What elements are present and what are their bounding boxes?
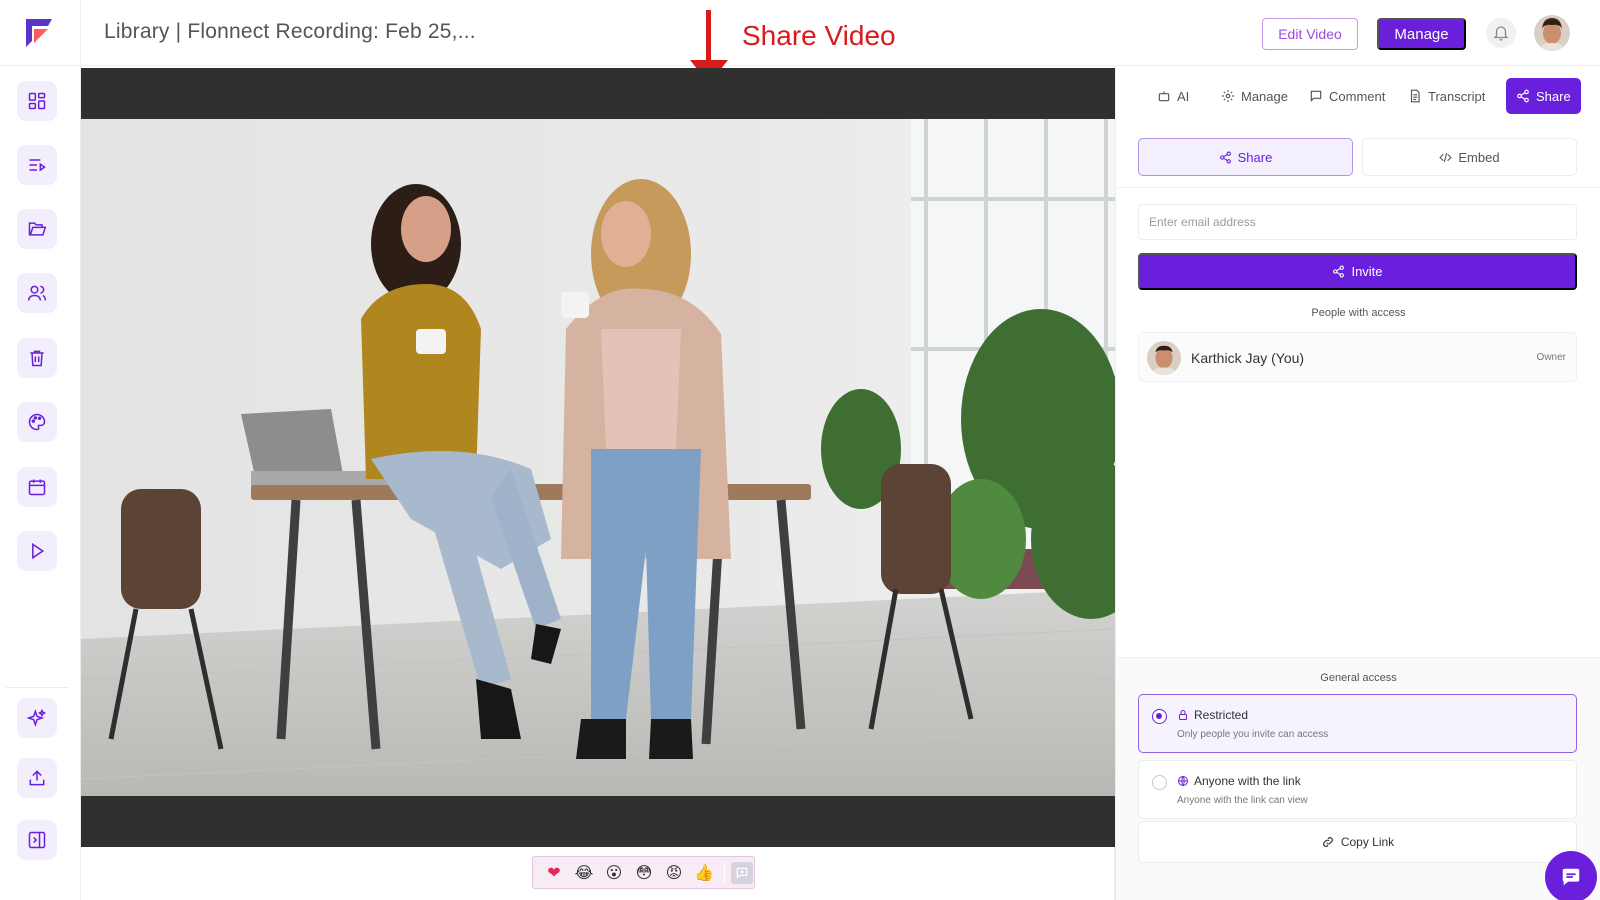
flonnect-logo[interactable] [24, 17, 54, 49]
top-header: Library | Flonnect Recording: Feb 25,...… [0, 0, 1600, 84]
header-divider [80, 0, 81, 66]
access-list-item: Karthick Jay (You) Owner [1138, 332, 1577, 382]
add-comment-icon[interactable] [731, 861, 753, 884]
angry-reaction[interactable]: 😡 [662, 861, 686, 885]
restricted-title-label: Restricted [1194, 708, 1249, 722]
tab-transcript-label: Transcript [1428, 88, 1486, 104]
tab-ai-label: AI [1177, 88, 1190, 104]
wow-reaction[interactable]: 😮 [602, 861, 626, 885]
thumbs-up-reaction[interactable]: 👍 [692, 861, 716, 885]
reaction-picker: ❤ 😂 😮 😳 😡 👍 [532, 856, 755, 889]
subtab-divider [1116, 187, 1600, 188]
share-icon [1517, 89, 1529, 103]
folder-icon[interactable] [17, 209, 57, 249]
tab-transcript[interactable]: Transcript [1408, 78, 1485, 114]
page-title: Library | Flonnect Recording: Feb 25,... [104, 20, 476, 43]
restricted-title: Restricted [1177, 708, 1248, 722]
share-icon [1219, 151, 1231, 163]
subtab-share[interactable]: Share [1138, 138, 1353, 176]
anyone-title-label: Anyone with the link [1194, 774, 1301, 788]
email-input[interactable] [1138, 204, 1577, 240]
link-icon [1322, 837, 1333, 847]
share-icon [1333, 265, 1345, 278]
globe-icon [1178, 776, 1188, 786]
subtab-share-label: Share [1237, 149, 1273, 165]
anyone-with-link-option[interactable]: Anyone with the link Anyone with the lin… [1138, 760, 1577, 819]
person-name: Karthick Jay (You) [1191, 350, 1305, 366]
tab-share-label: Share [1536, 88, 1571, 104]
restricted-desc: Only people you invite can access [1177, 729, 1329, 740]
heart-reaction[interactable]: ❤ [542, 861, 566, 885]
robot-icon [1158, 91, 1170, 102]
upload-icon[interactable] [17, 758, 57, 798]
app-window: Library | Flonnect Recording: Feb 25,...… [0, 0, 1600, 900]
collapse-icon[interactable] [17, 820, 57, 860]
tab-manage[interactable]: Manage [1221, 78, 1288, 114]
dashboard-icon[interactable] [17, 81, 57, 121]
person-role: Owner [1536, 352, 1566, 363]
flushed-reaction[interactable]: 😳 [632, 861, 656, 885]
tab-manage-label: Manage [1241, 88, 1288, 104]
bell-icon[interactable] [1486, 18, 1516, 48]
laugh-reaction[interactable]: 😂 [572, 861, 596, 885]
tab-comment-label: Comment [1329, 88, 1386, 104]
subtab-embed-label: Embed [1458, 149, 1500, 165]
copy-link-label: Copy Link [1340, 835, 1395, 849]
sidebar-divider [6, 687, 68, 688]
panel-tabs: AI Manage Comment Transcript Share [1116, 66, 1600, 126]
reaction-divider [724, 861, 725, 884]
users-icon[interactable] [17, 273, 57, 313]
gear-icon [1222, 90, 1234, 102]
reactions-bar: ❤ 😂 😮 😳 😡 👍 [81, 847, 1115, 900]
manage-button[interactable]: Manage [1377, 18, 1466, 50]
comment-icon [1310, 90, 1322, 103]
general-access-heading: General access [1320, 672, 1397, 684]
code-icon [1439, 152, 1453, 162]
anyone-desc: Anyone with the link can view [1177, 795, 1308, 806]
annotation-label: Share Video [742, 20, 896, 51]
invite-button[interactable]: Invite [1138, 253, 1577, 290]
share-subtabs: Share Embed [1138, 138, 1577, 178]
tab-share[interactable]: Share [1506, 78, 1581, 114]
calendar-icon[interactable] [17, 467, 57, 507]
video-frame[interactable] [81, 119, 1115, 796]
tab-comment[interactable]: Comment [1309, 78, 1385, 114]
playlist-icon[interactable] [17, 145, 57, 185]
invite-button-label: Invite [1351, 264, 1383, 279]
general-access-section: General access Restricted Only people yo… [1116, 657, 1600, 900]
chat-support-icon[interactable] [1545, 851, 1597, 900]
tab-ai[interactable]: AI [1157, 78, 1189, 114]
anyone-title: Anyone with the link [1177, 774, 1301, 788]
sparkle-icon[interactable] [17, 698, 57, 738]
edit-video-button[interactable]: Edit Video [1262, 18, 1358, 50]
palette-icon[interactable] [17, 402, 57, 442]
anyone-radio[interactable] [1152, 775, 1167, 790]
user-avatar[interactable] [1534, 15, 1570, 51]
avatar [1147, 341, 1181, 375]
lock-icon [1179, 710, 1187, 720]
left-sidebar [0, 66, 81, 900]
restricted-option[interactable]: Restricted Only people you invite can ac… [1138, 694, 1577, 753]
copy-link-button[interactable]: Copy Link [1138, 821, 1577, 863]
play-icon[interactable] [17, 531, 57, 571]
share-panel: AI Manage Comment Transcript Share Share… [1115, 66, 1600, 900]
document-icon [1410, 89, 1420, 103]
video-player[interactable] [81, 68, 1115, 847]
people-with-access-heading: People with access [1311, 307, 1406, 319]
restricted-radio[interactable] [1152, 709, 1167, 724]
subtab-embed[interactable]: Embed [1362, 138, 1577, 176]
trash-icon[interactable] [17, 338, 57, 378]
